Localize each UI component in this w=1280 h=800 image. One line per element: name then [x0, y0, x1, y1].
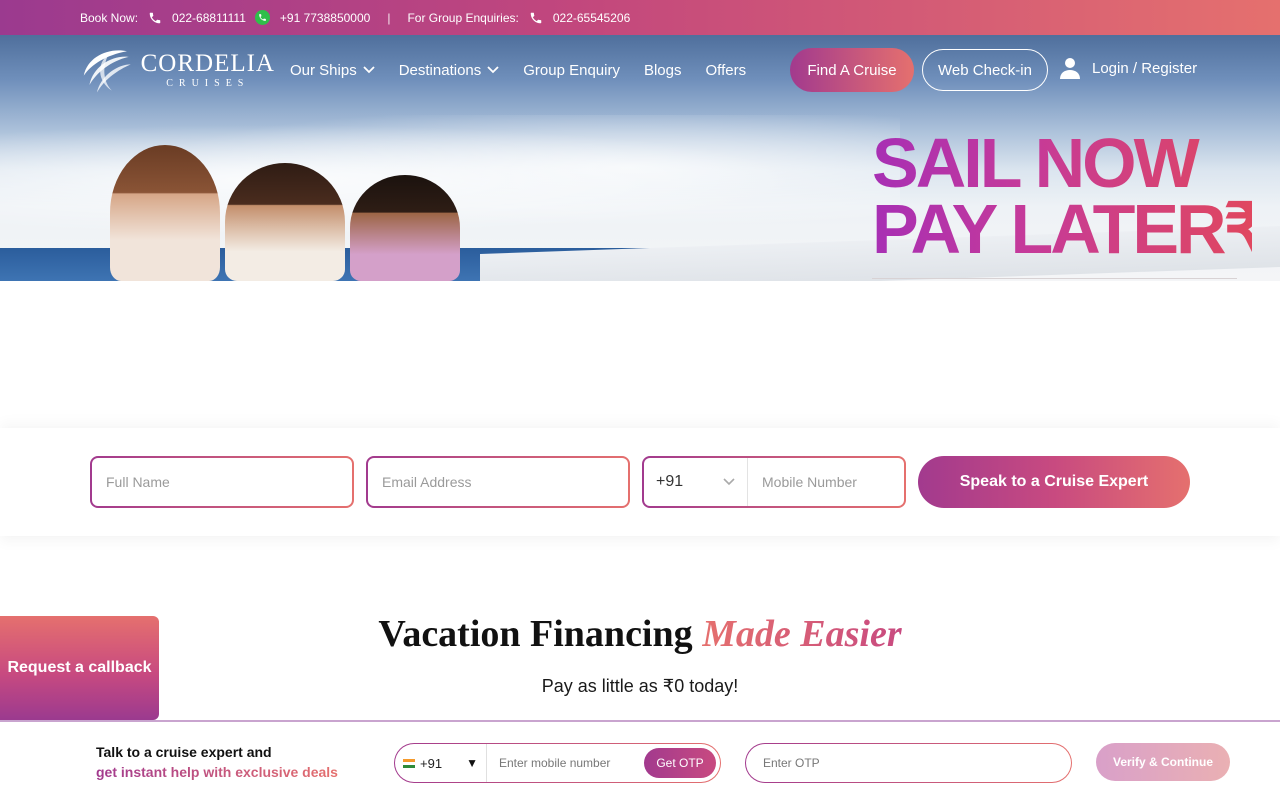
email-input[interactable]	[368, 458, 628, 506]
chevron-down-icon	[363, 66, 375, 74]
nav-label: Blogs	[643, 61, 682, 79]
get-otp-button[interactable]: Get OTP	[644, 748, 716, 778]
chevron-down-icon	[487, 66, 499, 74]
whatsapp-number-link[interactable]: +91 7738850000	[280, 11, 370, 25]
nav-group-enquiry[interactable]: Group Enquiry	[523, 62, 620, 79]
promo-headline: SAIL NOW PAY LATER₹	[872, 128, 1268, 279]
bottom-bar-message: Talk to a cruise expert and get instant …	[96, 742, 338, 782]
nav-label: Our Ships	[290, 61, 357, 79]
hero-person-image	[225, 163, 345, 281]
primary-menu: Our Ships Destinations Group Enquiry Blo…	[290, 35, 770, 105]
section-subtitle: Pay as little as ₹0 today!	[541, 676, 739, 696]
chevron-down-icon	[723, 473, 735, 491]
logo-swoosh-icon	[83, 50, 131, 93]
section-title-main: Vacation Financing	[378, 613, 693, 655]
book-now-label: Book Now:	[80, 10, 139, 25]
country-code-value: +91	[656, 473, 684, 490]
main-header: CORDELIA CRUISES Our Ships Destinations …	[0, 35, 1280, 105]
bottom-bar-line-1: Talk to a cruise expert and	[96, 744, 272, 760]
section-title: Vacation Financing Made Easier	[0, 612, 1280, 656]
otp-input[interactable]	[746, 744, 1071, 782]
full-name-input[interactable]	[92, 458, 352, 506]
caret-down-icon: ▼	[466, 756, 478, 770]
nav-destinations[interactable]: Destinations	[399, 62, 500, 79]
section-title-accent: Made Easier	[702, 613, 902, 655]
lead-form: +91 Speak to a Cruise Expert	[0, 428, 1280, 536]
promo-divider	[872, 278, 1237, 279]
bottom-bar-line-2: get instant help with exclusive deals	[96, 764, 338, 780]
top-info-bar: Book Now: 022-68811111 +91 7738850000 | …	[0, 0, 1280, 35]
login-register-link[interactable]: Login / Register	[1060, 57, 1197, 79]
bottom-mobile-field: +91 ▼ Get OTP	[394, 743, 721, 783]
hero-person-image	[110, 145, 220, 281]
nav-label: Offers	[705, 61, 747, 79]
full-name-field-wrapper	[90, 456, 354, 508]
verify-continue-button[interactable]: Verify & Continue	[1096, 743, 1230, 781]
bottom-otp-bar: Talk to a cruise expert and get instant …	[0, 720, 1280, 800]
hero-person-image	[350, 175, 460, 281]
nav-blogs[interactable]: Blogs	[644, 62, 682, 79]
nav-our-ships[interactable]: Our Ships	[290, 62, 375, 79]
email-field-wrapper	[366, 456, 630, 508]
india-flag-icon	[403, 758, 415, 768]
otp-field-wrapper	[745, 743, 1072, 783]
bottom-mobile-input[interactable]	[487, 756, 644, 770]
brand-tagline: CRUISES	[166, 77, 250, 89]
web-checkin-button[interactable]: Web Check-in	[922, 49, 1048, 91]
promo-line-1: SAIL NOW	[872, 128, 1252, 198]
phone-icon	[147, 10, 163, 26]
nav-label: Group Enquiry	[523, 61, 620, 79]
brand-logo[interactable]: CORDELIA CRUISES	[80, 42, 275, 98]
phone-icon	[528, 10, 544, 26]
speak-to-expert-button[interactable]: Speak to a Cruise Expert	[918, 456, 1190, 508]
group-phone-link[interactable]: 022-65545206	[553, 11, 630, 25]
login-register-label: Login / Register	[1092, 59, 1198, 77]
nav-offers[interactable]: Offers	[706, 62, 747, 79]
whatsapp-icon	[255, 10, 271, 26]
topbar-separator: |	[387, 10, 391, 25]
bottom-country-code-value: +91	[420, 755, 443, 771]
user-icon	[1060, 57, 1080, 79]
find-cruise-button[interactable]: Find A Cruise	[790, 48, 914, 92]
bottom-country-code-select[interactable]: +91 ▼	[395, 744, 487, 782]
mobile-field-wrapper: +91	[642, 456, 906, 508]
phone-primary-link[interactable]: 022-68811111	[172, 11, 246, 25]
promo-line-2: PAY LATER₹	[872, 190, 1268, 268]
country-code-select[interactable]: +91	[644, 458, 748, 506]
mobile-number-input[interactable]	[748, 458, 904, 506]
request-callback-button[interactable]: Request a callback	[0, 616, 159, 720]
nav-label: Destinations	[398, 61, 482, 79]
group-enquiries-label: For Group Enquiries:	[407, 10, 519, 25]
brand-name: CORDELIA	[140, 49, 275, 77]
